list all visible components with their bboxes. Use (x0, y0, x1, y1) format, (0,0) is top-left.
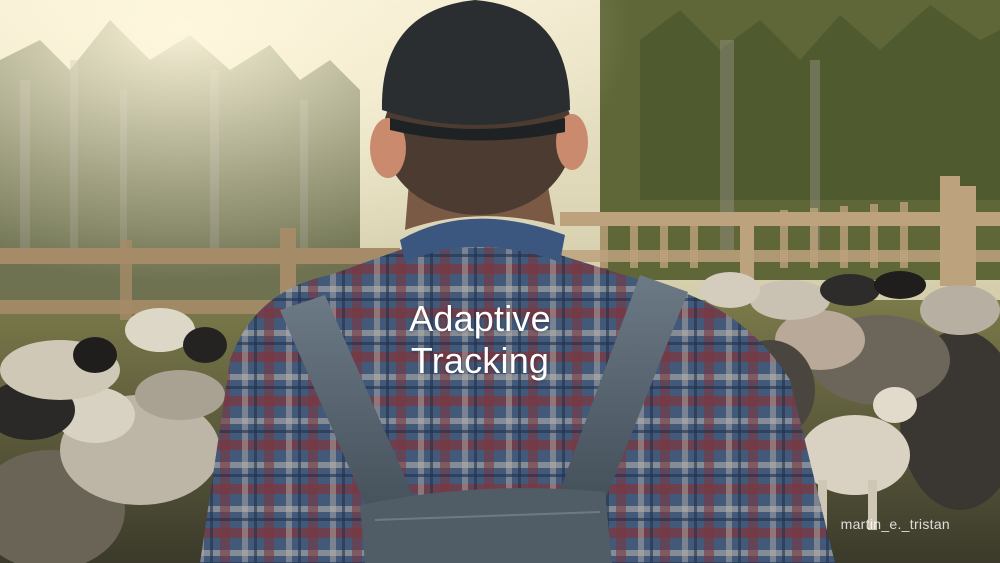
caption-line-2: Tracking (410, 340, 550, 381)
farm-scene-image (0, 0, 1000, 563)
photo-frame: Adaptive Tracking martin_e._tristan (0, 0, 1000, 563)
overlay-caption: Adaptive Tracking (380, 298, 580, 382)
overall-bib (360, 488, 612, 563)
photographer-watermark: martin_e._tristan (840, 516, 950, 532)
caption-line-1: Adaptive (409, 298, 551, 339)
